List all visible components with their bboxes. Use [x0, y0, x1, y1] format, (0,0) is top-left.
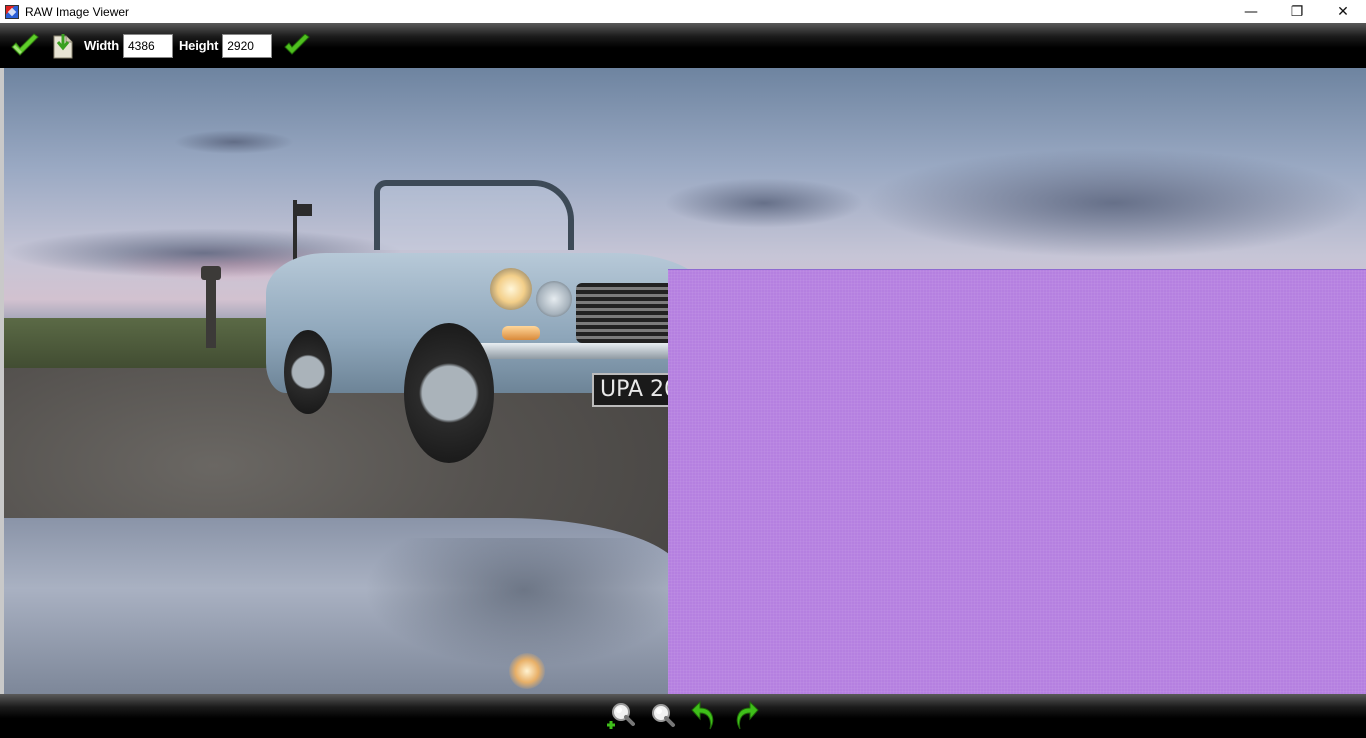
height-input[interactable]	[222, 33, 273, 58]
app-icon	[5, 4, 19, 19]
image-viewport[interactable]: UPA 20	[0, 68, 1366, 694]
headlight	[536, 281, 572, 317]
cloud	[864, 148, 1364, 258]
car-wheel	[284, 330, 332, 414]
undecoded-region	[668, 269, 1366, 694]
headlight-reflection	[509, 653, 545, 689]
grass	[4, 318, 304, 373]
zoom-in-icon[interactable]	[605, 701, 635, 731]
restore-button[interactable]: ❐	[1274, 0, 1320, 23]
stone-post	[206, 268, 216, 348]
headlight	[490, 268, 532, 310]
top-toolbar: Width Height	[0, 23, 1366, 68]
height-label: Height	[178, 38, 219, 53]
rotate-right-icon[interactable]	[731, 701, 761, 731]
indicator-light	[502, 326, 540, 340]
zoom-out-icon[interactable]	[647, 701, 677, 731]
cloud	[664, 178, 864, 228]
width-input[interactable]	[122, 33, 173, 58]
width-label: Width	[84, 38, 119, 53]
checkmark-icon[interactable]	[10, 31, 40, 61]
save-icon[interactable]	[48, 31, 78, 61]
cloud	[174, 130, 294, 154]
title-bar: RAW Image Viewer — ❐ ✕	[0, 0, 1366, 23]
signpost	[296, 204, 312, 216]
apply-icon[interactable]	[282, 31, 312, 61]
minimize-button[interactable]: —	[1228, 0, 1274, 23]
car-bumper	[459, 343, 689, 359]
car-reflection	[364, 538, 684, 668]
window-title: RAW Image Viewer	[25, 4, 130, 19]
rotate-left-icon[interactable]	[689, 701, 719, 731]
car-wheel	[404, 323, 494, 463]
app-window: RAW Image Viewer — ❐ ✕ Width Height	[0, 0, 1366, 738]
window-controls: — ❐ ✕	[1228, 0, 1366, 23]
close-button[interactable]: ✕	[1320, 0, 1366, 23]
car-windshield	[374, 180, 574, 250]
bottom-toolbar	[0, 694, 1366, 738]
